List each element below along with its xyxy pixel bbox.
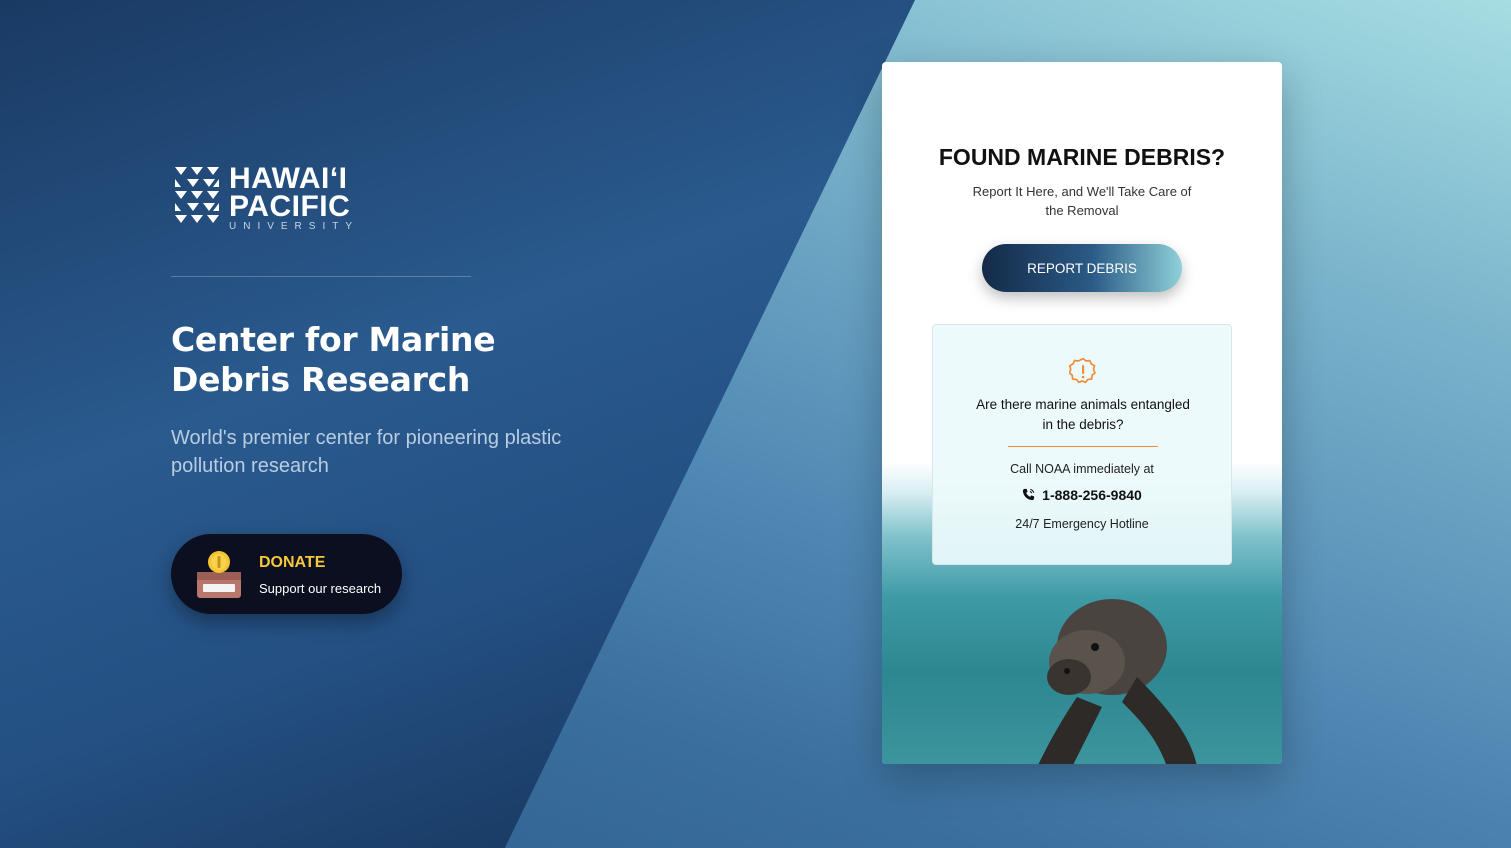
alert-divider <box>1008 446 1158 447</box>
university-logo[interactable]: HAWAIʻI PACIFIC UNIVERSITY <box>173 162 373 235</box>
donate-sublabel: Support our research <box>259 581 382 596</box>
report-debris-button[interactable]: REPORT DEBRIS <box>982 244 1182 292</box>
logo-line-2: PACIFIC <box>229 190 351 223</box>
hotline-phone-number: 1-888-256-9840 <box>1042 487 1142 503</box>
logo-line-1: HAWAIʻI <box>229 162 348 195</box>
alert-hotline-text: 24/7 Emergency Hotline <box>1015 517 1149 531</box>
donation-box-icon <box>197 551 241 598</box>
alert-question: Are there marine animals entangled in th… <box>976 397 1190 432</box>
phone-icon <box>1023 488 1035 501</box>
card-subheading: Report It Here, and We'll Take Care of t… <box>972 184 1192 218</box>
sea-lion-image <box>1038 599 1197 764</box>
report-card: FOUND MARINE DEBRIS? Report It Here, and… <box>882 62 1282 764</box>
card-heading: FOUND MARINE DEBRIS? <box>938 144 1226 170</box>
logo-mark-icon <box>175 167 219 223</box>
page-subtitle: World's premier center for pioneering pl… <box>171 427 562 477</box>
donate-label: DONATE <box>259 554 326 571</box>
entanglement-alert: Are there marine animals entangled in th… <box>932 324 1232 565</box>
logo-line-3: UNIVERSITY <box>229 221 360 232</box>
page-title: Center for Marine Debris Research <box>171 320 496 399</box>
warning-badge-icon <box>1069 357 1097 384</box>
donate-button[interactable]: DONATE Support our research <box>171 534 402 614</box>
alert-call-text: Call NOAA immediately at <box>1010 462 1154 476</box>
hotline-phone-link[interactable]: 1-888-256-9840 <box>933 487 1231 503</box>
section-divider <box>171 276 471 277</box>
